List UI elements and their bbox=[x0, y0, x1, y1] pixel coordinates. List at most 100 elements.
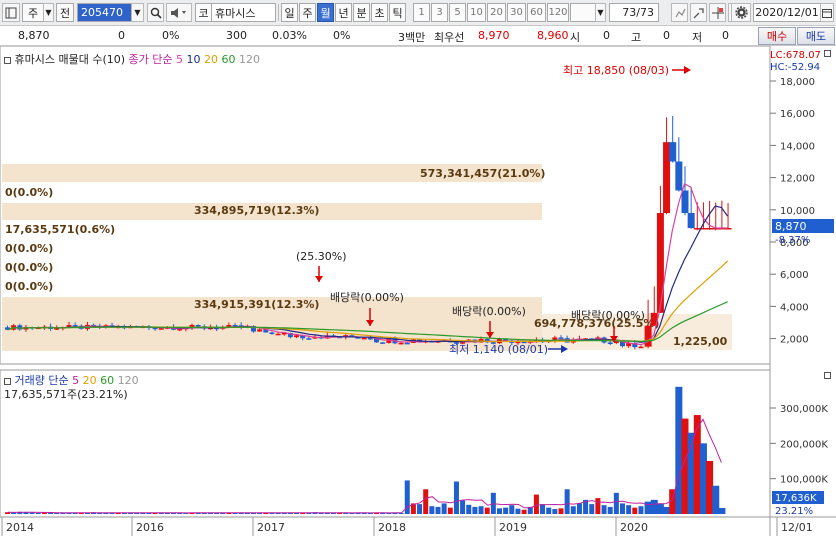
market-select[interactable]: 주 bbox=[22, 3, 44, 22]
current-change-label: -8.37% bbox=[775, 235, 810, 246]
period-tab-3[interactable]: 년 bbox=[335, 3, 352, 22]
volume-bar bbox=[435, 506, 441, 514]
current-price: 8,870 bbox=[18, 29, 50, 42]
volume-bar bbox=[453, 481, 459, 514]
chart-area[interactable]: 18,000 16,000 14,000 12,000 10,000 8,000 6,000… bbox=[0, 46, 836, 536]
x-tick-label: 2016 bbox=[136, 521, 164, 534]
best-label: 최우선 bbox=[434, 31, 465, 44]
interval-button-1[interactable]: 1 bbox=[413, 3, 430, 22]
volume-bar bbox=[460, 500, 466, 514]
interval-button-60[interactable]: 60 bbox=[527, 3, 546, 22]
high-note: 최고 18,850 (08/03) bbox=[563, 64, 669, 77]
volume-profile-label: 17,635,571(0.6%) bbox=[5, 223, 115, 236]
panel-menu-icon[interactable] bbox=[4, 56, 11, 64]
volume-bar bbox=[540, 504, 546, 514]
volume-bar bbox=[503, 507, 509, 514]
chevron-down-icon[interactable]: ▼ bbox=[43, 3, 54, 22]
period-tab-1[interactable]: 주 bbox=[299, 3, 316, 22]
interval-button-3[interactable]: 3 bbox=[431, 3, 448, 22]
interval-button-120[interactable]: 120 bbox=[547, 3, 569, 22]
sell-button[interactable]: 매도 bbox=[797, 27, 835, 45]
search-icon[interactable] bbox=[147, 3, 164, 22]
x-tick-label: 12/01 bbox=[781, 521, 813, 534]
volume-profile-label: 573,341,457(21.0%) bbox=[420, 167, 545, 180]
panel-menu-icon[interactable] bbox=[4, 377, 11, 385]
volume-bar bbox=[663, 506, 671, 514]
volume-bar bbox=[632, 507, 638, 514]
volume-bar bbox=[546, 507, 552, 514]
crosshair-icon[interactable] bbox=[709, 3, 726, 22]
dividend-annotation: 배당락(0.00%) bbox=[330, 291, 404, 304]
period-tab-2[interactable]: 월 bbox=[317, 3, 334, 22]
ma-period-5: 5 bbox=[176, 53, 184, 66]
period-tab-6[interactable]: 틱 bbox=[389, 3, 406, 22]
candle bbox=[158, 328, 164, 330]
count-total: /73 bbox=[636, 6, 654, 19]
volume-profile-label: 0(0.0%) bbox=[5, 242, 53, 255]
menu-icon[interactable] bbox=[2, 3, 20, 22]
stock-name-field[interactable]: 휴마시스 bbox=[211, 3, 276, 22]
buy-button[interactable]: 매수 bbox=[758, 27, 796, 45]
volume-bar bbox=[620, 503, 625, 514]
candle bbox=[681, 190, 689, 214]
count-field[interactable]: 73 /73 bbox=[609, 3, 659, 22]
candle bbox=[195, 324, 201, 327]
candle bbox=[306, 338, 312, 340]
interval-button-5[interactable]: 5 bbox=[449, 3, 466, 22]
change-percent: 0% bbox=[162, 29, 180, 42]
ma-periods: 5 10 20 60 120 bbox=[176, 53, 260, 66]
interval-button-10[interactable]: 10 bbox=[467, 3, 486, 22]
date-field[interactable]: 2020/12/01 bbox=[753, 3, 821, 22]
x-tick-label: 2018 bbox=[378, 521, 406, 534]
period-tab-5[interactable]: 초 bbox=[371, 3, 388, 22]
period-tab-0[interactable]: 일 bbox=[281, 3, 298, 22]
stock-code-input[interactable]: 205470 bbox=[77, 3, 132, 22]
volume-bar bbox=[712, 485, 720, 514]
candle bbox=[607, 342, 613, 344]
panel-close-icon[interactable] bbox=[824, 372, 831, 379]
high-label: 고 bbox=[631, 31, 642, 44]
volume-current-label: 17,636K bbox=[775, 493, 817, 504]
x-tick-label: 2014 bbox=[6, 521, 34, 534]
volume-bar bbox=[417, 504, 423, 514]
y-tick-label: 16,000 bbox=[780, 109, 815, 120]
volume-bar bbox=[521, 509, 527, 514]
y-tick-label: 10,000 bbox=[780, 206, 815, 217]
chevron-down-icon[interactable]: ▼ bbox=[595, 3, 606, 22]
interval-button-20[interactable]: 20 bbox=[487, 3, 506, 22]
ma-label: 종가 단순 bbox=[128, 53, 173, 66]
chart-window: 주 ▼ 전 205470 ▼ 코 휴마시스 일주월년분초틱 1 3 5 10 20 30 6… bbox=[0, 0, 836, 536]
calendar-icon[interactable] bbox=[820, 3, 834, 22]
y-tick-label: 18,000 bbox=[780, 77, 815, 88]
x-tick-label: 2019 bbox=[499, 521, 527, 534]
volume-profile-label: 0(0.0%) bbox=[5, 261, 53, 274]
volume-bar bbox=[509, 505, 515, 514]
candle bbox=[638, 346, 644, 349]
chart-type-icon[interactable] bbox=[671, 3, 688, 22]
low-label: 저 bbox=[692, 31, 703, 44]
ma-period-120: 120 bbox=[235, 53, 261, 66]
volume-percent: 0.03% bbox=[272, 29, 307, 42]
interval-button-30[interactable]: 30 bbox=[507, 3, 526, 22]
ma-period-20: 20 bbox=[200, 53, 219, 66]
volume-bar bbox=[576, 503, 582, 514]
candle bbox=[404, 342, 410, 345]
volume-profile-label: 0(0.0%) bbox=[5, 186, 53, 199]
chevron-down-icon[interactable]: ▼ bbox=[131, 3, 144, 22]
volume-value: 300 bbox=[226, 29, 247, 42]
candle bbox=[687, 213, 695, 228]
panel-close-icon[interactable] bbox=[824, 50, 831, 57]
period-tab-4[interactable]: 분 bbox=[353, 3, 370, 22]
ma-period-10: 10 bbox=[183, 53, 201, 66]
open-label: 시 bbox=[570, 31, 581, 44]
candle bbox=[663, 142, 671, 214]
tools-icon[interactable] bbox=[690, 3, 707, 22]
volume-bar bbox=[613, 492, 619, 514]
speaker-icon[interactable] bbox=[166, 3, 192, 22]
volume-bar bbox=[35, 512, 41, 514]
volume-bar bbox=[650, 499, 658, 514]
prev-button[interactable]: 전 bbox=[56, 3, 74, 22]
gear-icon[interactable] bbox=[731, 3, 751, 22]
volume-bar bbox=[484, 507, 490, 514]
volume-profile-label: 334,895,719(12.3%) bbox=[194, 204, 319, 217]
